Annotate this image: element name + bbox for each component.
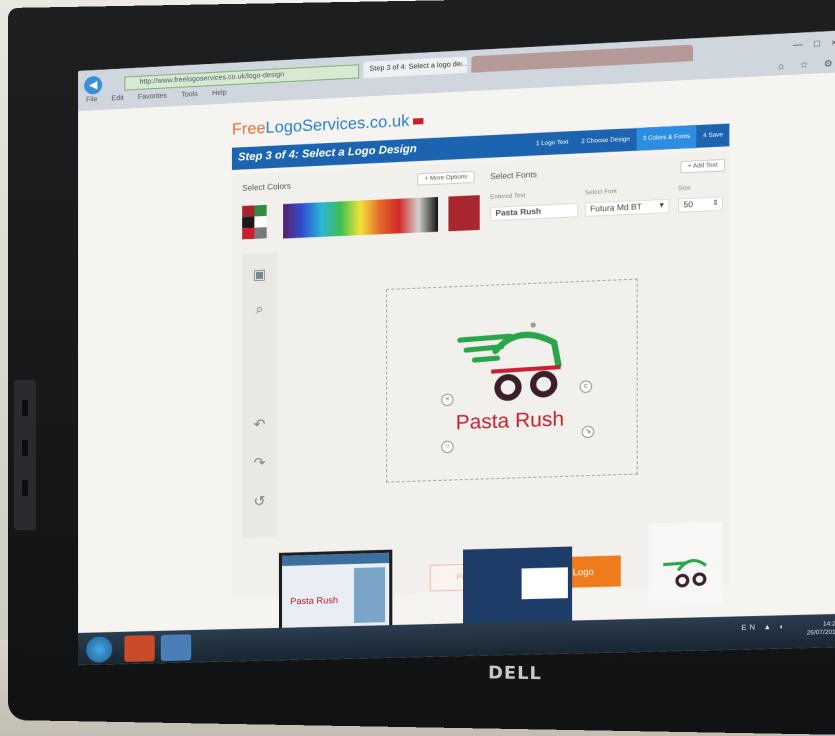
explorer-app-icon[interactable] [160, 634, 192, 662]
taskbar: EN ▲ ◐ 14:26 26/07/2017 [78, 613, 835, 666]
site-logo-free: Free [231, 119, 266, 139]
menu-item-favorites[interactable]: Favorites [138, 92, 167, 101]
card-logo-area [521, 567, 568, 600]
icon-thumbnail[interactable] [648, 521, 723, 607]
more-options-button[interactable]: + More Options [417, 170, 475, 186]
color-swatch[interactable] [254, 227, 267, 239]
system-tray-icons[interactable]: EN ▲ ◐ [741, 624, 787, 632]
menu-item-tools[interactable]: Tools [181, 91, 198, 99]
menu-item-help[interactable]: Help [212, 89, 227, 97]
logo-canvas[interactable]: × c ○ ↘ Pasta Rush [386, 278, 639, 484]
window-controls[interactable]: — □ × [793, 37, 835, 50]
browser-toolbar-icons[interactable]: ⌂ ☆ ⚙ [778, 58, 835, 73]
steam-dot [530, 322, 536, 328]
browser-chrome: ◀ http://www.freelogoservices.co.uk/logo… [78, 30, 835, 112]
size-value: 50 [683, 199, 693, 210]
clock-date: 26/07/2017 [806, 629, 835, 637]
color-swatch[interactable] [242, 205, 255, 218]
tool-sidebar: ▣ ⌕ ↶ ↷ ↺ [242, 252, 277, 538]
address-bar[interactable]: http://www.freelogoservices.co.uk/logo-d… [124, 64, 360, 91]
speed-line-1 [460, 336, 510, 340]
size-stepper[interactable]: 50 ⇕ [678, 196, 723, 213]
add-text-button[interactable]: + Add Text [680, 158, 726, 174]
back-arrow-icon[interactable]: ◀ [84, 75, 103, 95]
wheel-left [498, 377, 519, 398]
logo-text[interactable]: Pasta Rush [456, 408, 564, 435]
speed-line-3 [475, 358, 498, 360]
monitor-brand-logo: DELL [488, 663, 542, 685]
color-swatch[interactable] [254, 215, 267, 228]
zoom-icon[interactable]: ⌕ [249, 298, 269, 319]
reset-icon[interactable]: ↺ [249, 490, 269, 511]
site-logo[interactable]: FreeLogoServices.co.uk [232, 112, 423, 140]
browser-tab[interactable]: Step 3 of 4: Select a logo de... × [363, 56, 468, 79]
color-spectrum[interactable] [283, 196, 439, 239]
uk-flag-icon [412, 117, 423, 125]
color-swatch[interactable] [242, 227, 255, 240]
step-1[interactable]: 1 Logo Text [530, 131, 575, 156]
new-tab-area[interactable] [471, 44, 694, 73]
monitor-side-ports [13, 380, 36, 531]
step-4[interactable]: 4 Save [697, 124, 730, 148]
select-fonts-label: Select Fonts [490, 169, 537, 182]
clock[interactable]: 14:26 26/07/2017 [807, 620, 835, 637]
select-colors-label: Select Colors [242, 181, 291, 193]
save-disk-icon[interactable]: ▣ [249, 263, 269, 284]
undo-arrow-icon[interactable]: ↶ [249, 413, 269, 434]
menu-item-edit[interactable]: Edit [112, 95, 124, 103]
start-button-icon[interactable] [86, 636, 113, 663]
color-swatches [242, 204, 267, 241]
mockup-logo-text: Pasta Rush [290, 594, 339, 607]
monitor: ◀ http://www.freelogoservices.co.uk/logo… [8, 0, 835, 736]
browser-tab-label: Step 3 of 4: Select a logo de... [369, 60, 467, 73]
step-2[interactable]: 2 Choose Design [575, 128, 636, 154]
thumbnail-logo-icon [648, 522, 723, 607]
stepper-arrows-icon[interactable]: ⇕ [712, 198, 718, 211]
chevron-down-icon: ▼ [657, 202, 666, 210]
logo-graphic [387, 280, 639, 484]
entered-text-header: Entered Text [490, 192, 526, 201]
size-header: Size [678, 185, 691, 193]
font-select-value: Futura Md BT [590, 202, 642, 214]
powerpoint-app-icon[interactable] [124, 635, 155, 662]
vehicle-stripe [491, 367, 560, 372]
laptop-mockup-thumbnail[interactable]: Pasta Rush [278, 549, 393, 634]
menu-item-file[interactable]: File [86, 96, 97, 104]
menu-bar: File Edit Favorites Tools Help [86, 89, 241, 104]
mockup-photo [354, 567, 386, 623]
close-icon[interactable]: × [458, 57, 463, 74]
business-card-thumbnail[interactable] [463, 546, 573, 628]
step-title: Step 3 of 4: Select a Logo Design [238, 142, 417, 164]
wheel-right [533, 373, 554, 394]
site-logo-rest: LogoServices.co.uk [265, 112, 410, 138]
step-3[interactable]: 3 Colors & Fonts [636, 125, 697, 151]
entered-text-input[interactable]: Pasta Rush [490, 202, 579, 222]
select-font-header: Select Font [584, 188, 617, 197]
color-swatch[interactable] [254, 204, 267, 217]
screen: ◀ http://www.freelogoservices.co.uk/logo… [78, 30, 835, 666]
color-swatch[interactable] [242, 216, 255, 229]
redo-arrow-icon[interactable]: ↷ [249, 452, 269, 473]
font-select[interactable]: Futura Md BT ▼ [584, 198, 670, 217]
mockup-header [282, 552, 390, 567]
vehicle-body [495, 334, 558, 368]
selected-color-swatch[interactable] [448, 195, 480, 232]
